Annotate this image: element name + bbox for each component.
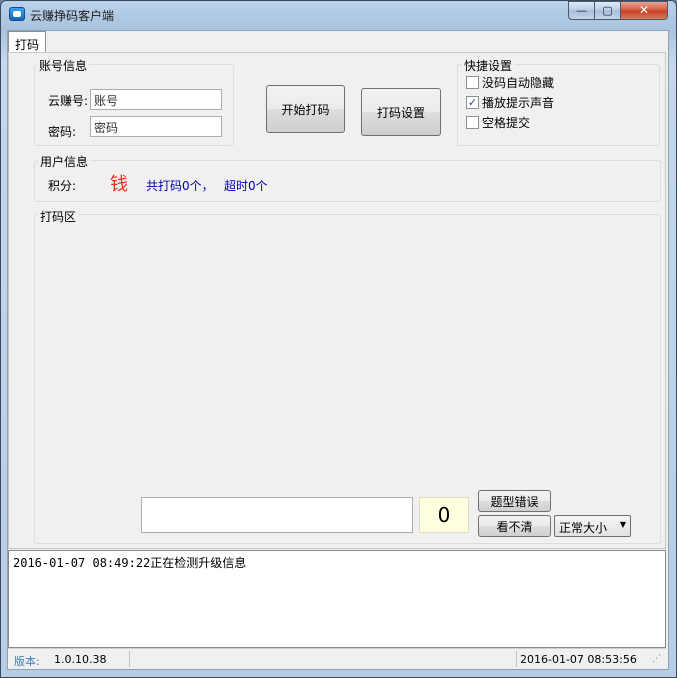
countdown-counter: 0 <box>419 497 469 533</box>
close-button[interactable]: ✕ <box>620 1 668 20</box>
password-label: 密码: <box>48 125 77 139</box>
wrong-type-label: 题型错误 <box>490 494 539 509</box>
money-icon: 钱 <box>110 174 128 195</box>
work-area-title: 打码区 <box>38 208 79 225</box>
space-submit-checkbox[interactable] <box>466 116 479 129</box>
unclear-button[interactable]: 看不清 <box>478 515 551 537</box>
resize-grip-icon[interactable]: ⋰ <box>652 654 661 664</box>
log-line: 2016-01-07 08:49:22正在检测升级信息 <box>13 556 247 570</box>
wrong-type-button[interactable]: 题型错误 <box>478 490 551 512</box>
user-info-group <box>34 160 661 202</box>
start-dama-button[interactable]: 开始打码 <box>266 85 345 133</box>
total-count-text: 共打码0个， <box>146 179 214 193</box>
close-icon: ✕ <box>638 3 650 17</box>
points-label: 积分: <box>48 179 77 193</box>
dama-settings-button[interactable]: 打码设置 <box>361 88 441 136</box>
account-group-title: 账号信息 <box>37 57 90 74</box>
unclear-label: 看不清 <box>496 519 533 534</box>
version-label: 版本: <box>14 655 40 668</box>
password-input[interactable]: 密码 <box>90 116 222 137</box>
window-title: 云赚挣码客户端 <box>30 9 115 23</box>
work-area-group <box>34 214 661 544</box>
maximize-button[interactable]: ▢ <box>594 1 621 20</box>
checkbox-checked-icon: ✓ <box>467 96 478 109</box>
log-panel[interactable]: 2016-01-07 08:49:22正在检测升级信息 <box>8 550 666 648</box>
maximize-icon: ▢ <box>602 4 613 17</box>
status-separator <box>129 651 130 667</box>
title-bar[interactable]: 云赚挣码客户端 — ▢ ✕ <box>0 0 677 30</box>
username-label: 云赚号: <box>48 94 89 108</box>
size-select[interactable]: 正常大小 ▼ <box>554 515 631 537</box>
space-submit-label: 空格提交 <box>482 116 531 130</box>
answer-input[interactable] <box>141 497 413 533</box>
status-bar: 版本: 1.0.10.38 2016-01-07 08:53:56 ⋰ <box>8 648 666 669</box>
size-select-value: 正常大小 <box>559 521 608 535</box>
username-input[interactable]: 账号 <box>90 89 222 110</box>
status-separator <box>516 651 517 667</box>
app-icon <box>9 7 25 21</box>
status-datetime: 2016-01-07 08:53:56 <box>520 653 637 666</box>
sound-label: 播放提示声音 <box>482 96 555 110</box>
user-info-title: 用户信息 <box>38 153 91 170</box>
version-value: 1.0.10.38 <box>54 653 107 666</box>
auto-hide-checkbox[interactable] <box>466 76 479 89</box>
quick-settings-title: 快捷设置 <box>462 57 515 74</box>
sound-checkbox[interactable]: ✓ <box>466 96 479 109</box>
dama-settings-label: 打码设置 <box>376 105 425 120</box>
minimize-button[interactable]: — <box>568 1 595 20</box>
tab-dama[interactable]: 打码 <box>8 31 46 53</box>
start-dama-label: 开始打码 <box>281 102 330 117</box>
auto-hide-label: 没码自动隐藏 <box>482 76 555 90</box>
minimize-icon: — <box>576 4 587 17</box>
dropdown-arrow-icon: ▼ <box>619 520 626 529</box>
timeout-count-text: 超时0个 <box>224 179 268 193</box>
